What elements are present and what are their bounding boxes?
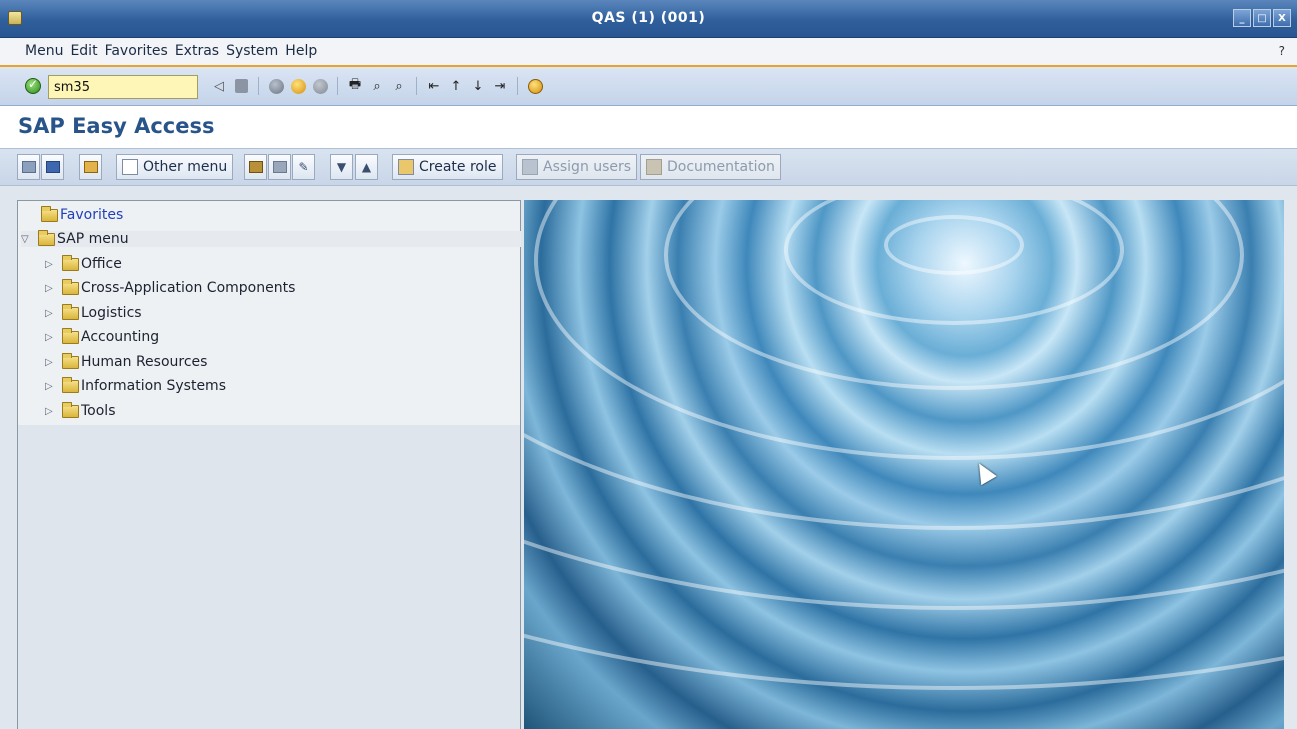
other-menu-button[interactable]: Other menu: [116, 154, 234, 180]
exit-icon[interactable]: [289, 77, 307, 95]
tree-node-information-systems[interactable]: ▷ Information Systems: [45, 376, 226, 394]
print-icon[interactable]: 🖶: [346, 77, 364, 95]
screen-title-bar: SAP Easy Access: [0, 106, 1297, 148]
standard-toolbar-icons: ◁ 🖶 ⌕ ⌕ ⇤ ↑ ↓ ⇥: [210, 77, 544, 95]
tree-node-human-resources[interactable]: ▷ Human Resources: [45, 352, 208, 370]
folder-icon: [62, 327, 79, 344]
expanded-triangle-icon[interactable]: ▽: [21, 234, 31, 245]
find-next-icon[interactable]: ⌕: [390, 77, 408, 95]
tree-node-label: SAP menu: [57, 231, 129, 247]
minimize-icon[interactable]: _: [1233, 9, 1251, 27]
standard-toolbar: ◁ 🖶 ⌕ ⌕ ⇤ ↑ ↓ ⇥: [0, 69, 1297, 106]
help-question-icon[interactable]: ?: [1279, 44, 1285, 58]
page-title: SAP Easy Access: [18, 114, 215, 138]
toolbar-separator: [258, 77, 259, 95]
close-icon[interactable]: X: [1273, 9, 1291, 27]
assign-users-label: Assign users: [543, 159, 632, 175]
window-controls: _ □ X: [1233, 9, 1291, 27]
documentation-button[interactable]: Documentation: [640, 154, 781, 180]
ripple-ring: [524, 200, 1284, 690]
back-icon[interactable]: ◁: [210, 77, 228, 95]
folder-icon: [62, 254, 79, 271]
tree-node-label: Accounting: [81, 329, 160, 345]
tree-node-accounting[interactable]: ▷ Accounting: [45, 327, 160, 345]
move-up-icon[interactable]: ▲: [355, 154, 378, 180]
assign-users-button[interactable]: Assign users: [516, 154, 638, 180]
collapsed-triangle-icon[interactable]: ▷: [45, 381, 55, 392]
collapsed-triangle-icon[interactable]: ▷: [45, 259, 55, 270]
folder-icon: [62, 278, 79, 295]
toolbar-separator: [416, 77, 417, 95]
create-role-button[interactable]: Create role: [392, 154, 503, 180]
tree-node-sap-menu[interactable]: ▽ SAP menu: [21, 229, 521, 247]
next-page-icon[interactable]: ↓: [469, 77, 487, 95]
back-green-icon[interactable]: [267, 77, 285, 95]
menu-item-edit[interactable]: Edit: [70, 43, 97, 59]
tree-node-label: Office: [81, 256, 122, 272]
previous-page-icon[interactable]: ↑: [447, 77, 465, 95]
tree-node-office[interactable]: ▷ Office: [45, 254, 122, 272]
folder-icon: [41, 205, 58, 222]
tree-node-label: Favorites: [60, 207, 124, 223]
tree-node-label: Tools: [81, 403, 116, 419]
folder-icon: [62, 352, 79, 369]
collapsed-triangle-icon[interactable]: ▷: [45, 406, 55, 417]
menu-bar: Menu Edit Favorites Extras System Help ?: [0, 38, 1297, 67]
collapsed-triangle-icon[interactable]: ▷: [45, 283, 55, 294]
tree-node-cross-application-components[interactable]: ▷ Cross-Application Components: [45, 278, 296, 296]
create-role-icon: [398, 159, 414, 175]
folder-icon: [62, 303, 79, 320]
tree-node-tools[interactable]: ▷ Tools: [45, 401, 116, 419]
sap-menu-icon[interactable]: [41, 154, 64, 180]
toolbar-separator: [337, 77, 338, 95]
folder-open-icon: [38, 229, 55, 246]
assign-users-icon: [522, 159, 538, 175]
sap-menu-tree: Favorites ▽ SAP menu ▷ Office ▷ Cross-Ap…: [17, 200, 521, 729]
tree-node-logistics[interactable]: ▷ Logistics: [45, 303, 142, 321]
business-workplace-icon[interactable]: [79, 154, 102, 180]
user-menu-icon[interactable]: [17, 154, 40, 180]
tree-node-label: Logistics: [81, 305, 142, 321]
application-toolbar: Other menu ✎ ▼ ▲ Create role Assign user…: [0, 148, 1297, 186]
command-field[interactable]: [48, 75, 198, 99]
find-icon[interactable]: ⌕: [368, 77, 386, 95]
other-menu-label: Other menu: [143, 159, 228, 175]
menu-item-help[interactable]: Help: [285, 43, 317, 59]
right-margin: [1284, 200, 1297, 729]
cancel-icon[interactable]: [311, 77, 329, 95]
menu-item-extras[interactable]: Extras: [175, 43, 219, 59]
help-icon[interactable]: [526, 77, 544, 95]
documentation-icon: [646, 159, 662, 175]
collapsed-triangle-icon[interactable]: ▷: [45, 332, 55, 343]
menu-item-menu[interactable]: Menu: [25, 43, 63, 59]
create-role-label: Create role: [419, 159, 497, 175]
tree-node-favorites[interactable]: Favorites: [41, 205, 124, 223]
tree-node-label: Information Systems: [81, 378, 226, 394]
first-page-icon[interactable]: ⇤: [425, 77, 443, 95]
window-title: QAS (1) (001): [591, 10, 706, 26]
folder-icon: [62, 401, 79, 418]
hierarchy-icon: [122, 159, 138, 175]
menu-item-system[interactable]: System: [226, 43, 278, 59]
menu-item-favorites[interactable]: Favorites: [105, 43, 168, 59]
add-to-favorites-icon[interactable]: [244, 154, 267, 180]
collapsed-triangle-icon[interactable]: ▷: [45, 308, 55, 319]
easy-access-background-image: [524, 200, 1284, 729]
folder-icon: [62, 376, 79, 393]
delete-favorites-icon[interactable]: [268, 154, 291, 180]
tree-node-label: Human Resources: [81, 354, 208, 370]
change-favorites-icon[interactable]: ✎: [292, 154, 315, 180]
tree-node-label: Cross-Application Components: [81, 280, 296, 296]
move-down-icon[interactable]: ▼: [330, 154, 353, 180]
last-page-icon[interactable]: ⇥: [491, 77, 509, 95]
maximize-icon[interactable]: □: [1253, 9, 1271, 27]
toolbar-separator: [517, 77, 518, 95]
collapsed-triangle-icon[interactable]: ▷: [45, 357, 55, 368]
window-title-bar: QAS (1) (001) _ □ X: [0, 0, 1297, 38]
enter-icon[interactable]: [25, 77, 41, 94]
documentation-label: Documentation: [667, 159, 775, 175]
save-icon[interactable]: [232, 77, 250, 95]
